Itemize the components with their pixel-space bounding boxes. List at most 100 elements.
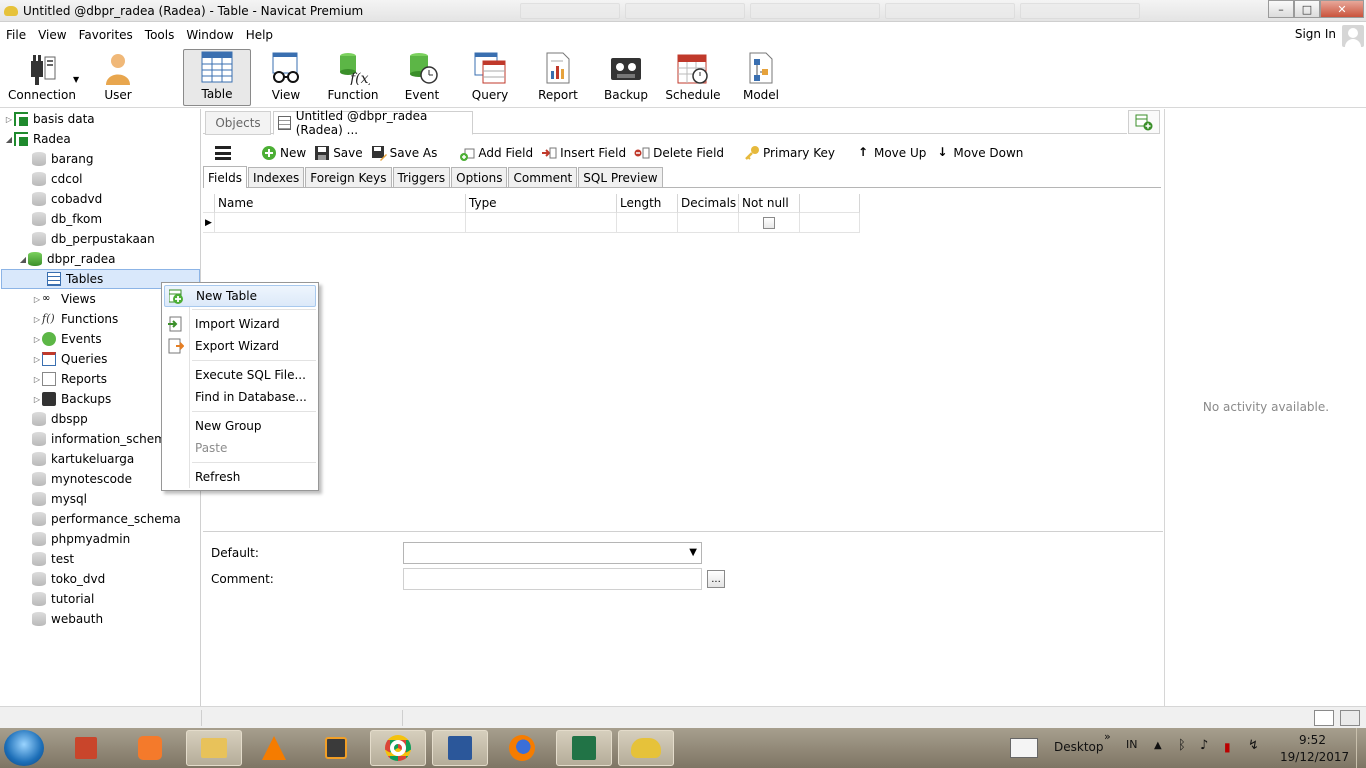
- new-tab-button[interactable]: [1128, 110, 1160, 134]
- taskbar-app-sublime[interactable]: [308, 730, 364, 766]
- tree-item-backups[interactable]: ▷ Backups: [32, 389, 111, 409]
- pen-tray-icon[interactable]: [1010, 738, 1038, 758]
- minimize-button[interactable]: –: [1268, 0, 1294, 18]
- cell-key[interactable]: [800, 213, 860, 233]
- network-icon[interactable]: ▮: [1224, 740, 1231, 754]
- save-as-button[interactable]: Save As: [371, 145, 437, 161]
- collapse-arrow-icon[interactable]: ◢: [4, 135, 14, 144]
- toolbar-query-button[interactable]: Query: [462, 49, 518, 106]
- taskbar-app-navicat[interactable]: [618, 730, 674, 766]
- tree-db-kartukeluarga[interactable]: kartukeluarga: [32, 449, 134, 469]
- clock-date[interactable]: 19/12/2017: [1280, 750, 1349, 764]
- detail-view-toggle-icon[interactable]: [1340, 710, 1360, 726]
- toolbar-report-button[interactable]: Report: [530, 49, 586, 106]
- tree-db-db-perpustakaan[interactable]: db_perpustakaan: [32, 229, 155, 249]
- tree-db-webauth[interactable]: webauth: [32, 609, 103, 629]
- menu-window[interactable]: Window: [180, 28, 239, 42]
- tree-db-dbpr-radea[interactable]: ◢ dbpr_radea: [18, 249, 115, 269]
- delete-field-button[interactable]: Delete Field: [634, 145, 724, 161]
- toolbar-overflow-chevron[interactable]: »: [1104, 730, 1111, 743]
- tree-db-information-schema[interactable]: information_schema: [32, 429, 173, 449]
- toolbar-view-button[interactable]: View: [258, 49, 314, 106]
- not-null-checkbox[interactable]: [763, 216, 775, 229]
- tree-item-views[interactable]: ▷ ∞ Views: [32, 289, 96, 309]
- taskbar-app-powerpoint[interactable]: [58, 730, 114, 766]
- taskbar-app-excel[interactable]: [556, 730, 612, 766]
- column-header-not-null[interactable]: Not null: [739, 194, 800, 213]
- power-icon[interactable]: ↯: [1248, 738, 1259, 753]
- tree-item-functions[interactable]: ▷ f() Functions: [32, 309, 118, 329]
- tab-comment[interactable]: Comment: [508, 167, 578, 187]
- clock-time[interactable]: 9:52: [1299, 733, 1326, 747]
- cell-name[interactable]: [215, 213, 466, 233]
- tab-fields[interactable]: Fields: [203, 166, 247, 188]
- list-view-toggle-icon[interactable]: [1314, 710, 1334, 726]
- menu-favorites[interactable]: Favorites: [73, 28, 139, 42]
- tree-db-tutorial[interactable]: tutorial: [32, 589, 94, 609]
- toolbar-model-button[interactable]: Model: [733, 49, 789, 106]
- tab-indexes[interactable]: Indexes: [247, 167, 305, 187]
- toolbar-backup-button[interactable]: Backup: [598, 49, 654, 106]
- tree-db-mynotescode[interactable]: mynotescode: [32, 469, 132, 489]
- column-header-length[interactable]: Length: [617, 194, 678, 213]
- column-header-decimals[interactable]: Decimals: [678, 194, 739, 213]
- default-select[interactable]: ▼: [403, 542, 702, 564]
- cell-length[interactable]: [617, 213, 678, 233]
- menu-tools[interactable]: Tools: [139, 28, 181, 42]
- column-header-type[interactable]: Type: [466, 194, 617, 213]
- insert-field-button[interactable]: Insert Field: [541, 145, 626, 161]
- hamburger-menu-icon[interactable]: [215, 146, 231, 160]
- save-button[interactable]: Save: [314, 145, 363, 161]
- maximize-button[interactable]: □: [1294, 0, 1320, 18]
- close-button[interactable]: ✕: [1320, 0, 1364, 18]
- tree-connection-basis-data[interactable]: ▷ basis data: [4, 109, 95, 129]
- add-field-button[interactable]: Add Field: [459, 145, 533, 161]
- show-hidden-icons-arrow-icon[interactable]: ▲: [1154, 740, 1162, 751]
- toolbar-function-button[interactable]: f(x) Function: [322, 49, 384, 106]
- toolbar-event-button[interactable]: Event: [394, 49, 450, 106]
- tree-db-toko-dvd[interactable]: toko_dvd: [32, 569, 105, 589]
- tab-sql-preview[interactable]: SQL Preview: [578, 167, 663, 187]
- toolbar-table-button[interactable]: Table: [183, 49, 251, 106]
- tab-options[interactable]: Options: [451, 167, 508, 187]
- menu-item-new-table[interactable]: New Table: [164, 285, 316, 307]
- start-button[interactable]: [4, 730, 44, 766]
- taskbar-app-chrome[interactable]: [370, 730, 426, 766]
- tree-db-mysql[interactable]: mysql: [32, 489, 87, 509]
- taskbar-app-vlc[interactable]: [246, 730, 302, 766]
- show-desktop-button[interactable]: [1356, 728, 1366, 768]
- primary-key-button[interactable]: Primary Key: [744, 145, 835, 161]
- account-avatar-icon[interactable]: [1342, 25, 1364, 47]
- tree-db-phpmyadmin[interactable]: phpmyadmin: [32, 529, 130, 549]
- column-header-name[interactable]: Name: [215, 194, 466, 213]
- taskbar-app-firefox[interactable]: [494, 730, 550, 766]
- expand-arrow-icon[interactable]: ▷: [32, 375, 42, 384]
- expand-arrow-icon[interactable]: ▷: [4, 115, 14, 124]
- collapse-arrow-icon[interactable]: ◢: [18, 255, 28, 264]
- tree-db-test[interactable]: test: [32, 549, 74, 569]
- menu-item-import-wizard[interactable]: Import Wizard: [164, 313, 316, 335]
- taskbar-app-xampp[interactable]: [122, 730, 178, 766]
- expand-arrow-icon[interactable]: ▷: [32, 315, 42, 324]
- expand-arrow-icon[interactable]: ▷: [32, 355, 42, 364]
- cell-decimals[interactable]: [678, 213, 739, 233]
- tab-untitled-table[interactable]: Untitled @dbpr_radea (Radea) ...: [273, 109, 473, 137]
- tree-db-performance-schema[interactable]: performance_schema: [32, 509, 181, 529]
- cell-type[interactable]: [466, 213, 617, 233]
- comment-ellipsis-button[interactable]: ...: [707, 570, 725, 588]
- tree-db-cobadvd[interactable]: cobadvd: [32, 189, 102, 209]
- bluetooth-icon[interactable]: ᛒ: [1178, 738, 1186, 753]
- language-indicator[interactable]: IN: [1126, 738, 1137, 751]
- sign-in-link[interactable]: Sign In: [1295, 27, 1336, 41]
- tree-db-cdcol[interactable]: cdcol: [32, 169, 83, 189]
- expand-arrow-icon[interactable]: ▷: [32, 335, 42, 344]
- menu-item-export-wizard[interactable]: Export Wizard: [164, 335, 316, 357]
- desktop-toolbar-label[interactable]: Desktop: [1054, 740, 1104, 754]
- tab-foreign-keys[interactable]: Foreign Keys: [305, 167, 392, 187]
- volume-icon[interactable]: ♪: [1200, 738, 1208, 753]
- expand-arrow-icon[interactable]: ▷: [32, 295, 42, 304]
- move-up-button[interactable]: ↑ Move Up: [855, 145, 926, 161]
- menu-item-find-in-database[interactable]: Find in Database...: [164, 386, 316, 408]
- menu-item-refresh[interactable]: Refresh: [164, 466, 316, 488]
- toolbar-connection-button[interactable]: Connection: [6, 49, 78, 106]
